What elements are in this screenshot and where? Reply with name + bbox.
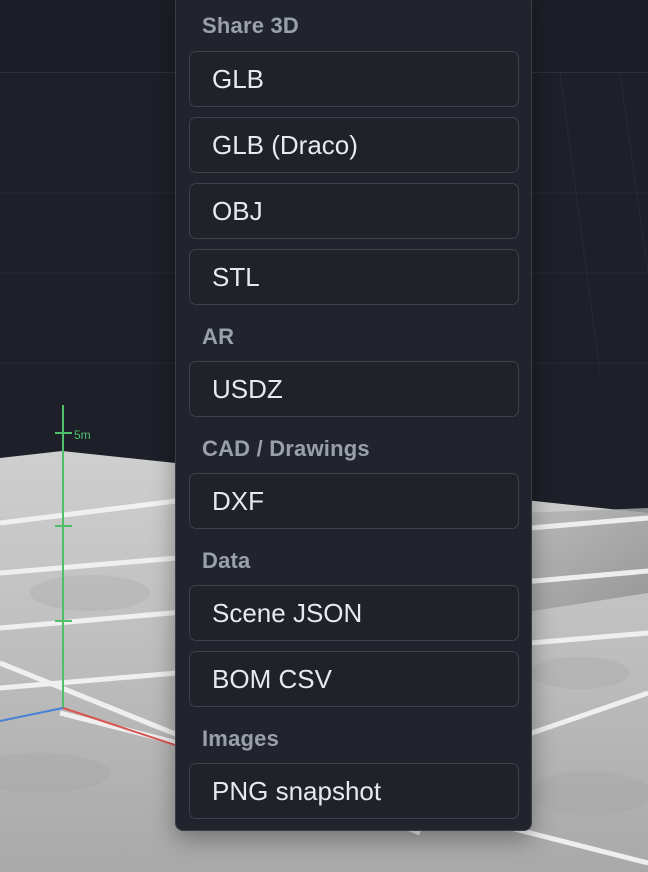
share-export-menu: Share 3D GLB GLB (Draco) OBJ STL AR USDZ… bbox=[175, 0, 532, 831]
section-label-data: Data bbox=[202, 548, 251, 573]
menu-item-png-snapshot[interactable]: PNG snapshot bbox=[189, 763, 519, 819]
menu-item-stl[interactable]: STL bbox=[189, 249, 519, 305]
menu-item-bom-csv[interactable]: BOM CSV bbox=[189, 651, 519, 707]
menu-item-glb-draco[interactable]: GLB (Draco) bbox=[189, 117, 519, 173]
section-label-images: Images bbox=[202, 726, 280, 751]
menu-item-scene-json[interactable]: Scene JSON bbox=[189, 585, 519, 641]
menu-item-dxf[interactable]: DXF bbox=[189, 473, 519, 529]
menu-item-glb[interactable]: GLB bbox=[189, 51, 519, 107]
dimension-label: 5m bbox=[74, 428, 91, 442]
section-label-ar: AR bbox=[202, 324, 235, 349]
menu-item-obj[interactable]: OBJ bbox=[189, 183, 519, 239]
menu-item-usdz[interactable]: USDZ bbox=[189, 361, 519, 417]
section-label-cad-drawings: CAD / Drawings bbox=[202, 436, 370, 461]
section-label-share-3d: Share 3D bbox=[202, 13, 299, 38]
